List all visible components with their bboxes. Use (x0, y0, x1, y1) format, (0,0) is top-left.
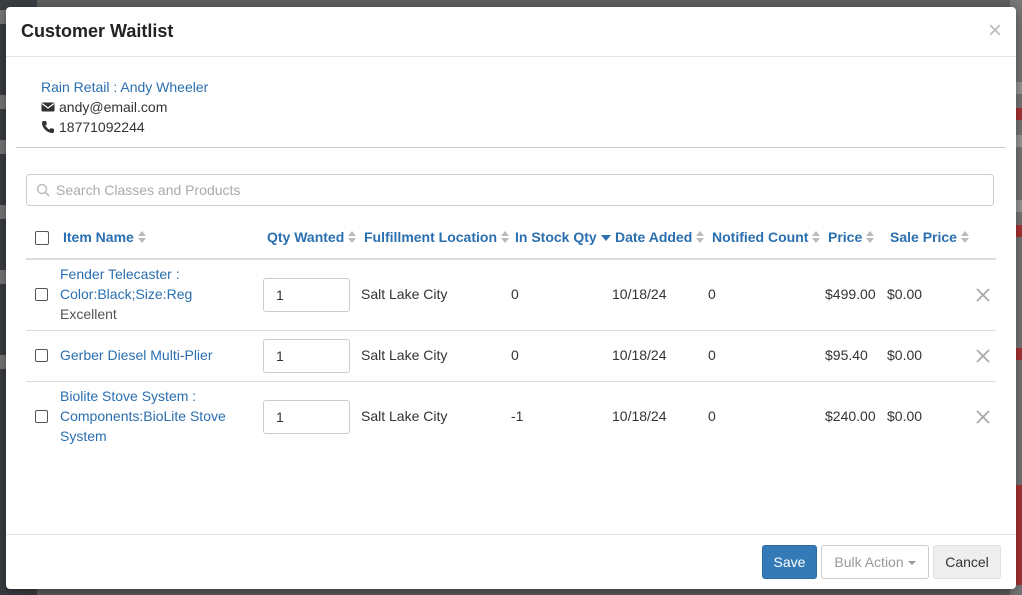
notified-count: 0 (708, 347, 716, 363)
remove-icon[interactable] (975, 409, 991, 425)
date-added: 10/18/24 (612, 347, 667, 363)
row-checkbox[interactable] (35, 349, 48, 362)
customer-phone: 18771092244 (59, 119, 145, 135)
customer-name-link[interactable]: Rain Retail : Andy Wheeler (41, 77, 208, 97)
table-row-item: Fender Telecaster : Color:Black;Size:Reg… (60, 264, 192, 324)
column-label: Item Name (63, 229, 134, 245)
item-name-line: Fender Telecaster : (60, 266, 180, 282)
background-mark (1016, 200, 1022, 212)
column-header-item-name[interactable]: Item Name (63, 229, 147, 245)
column-label: Sale Price (890, 229, 957, 245)
column-label: In Stock Qty (515, 229, 597, 245)
search-box (26, 174, 994, 206)
sort-icon (696, 230, 705, 244)
customer-email: andy@email.com (59, 99, 168, 115)
column-label: Fulfillment Location (364, 229, 497, 245)
qty-wanted-input[interactable] (263, 339, 350, 373)
customer-info: Rain Retail : Andy Wheeler andy@email.co… (41, 77, 208, 137)
item-name-link[interactable]: Fender Telecaster : Color:Black;Size:Reg (60, 264, 192, 304)
fulfillment-location: Salt Lake City (361, 286, 448, 302)
row-checkbox[interactable] (35, 410, 48, 423)
price: $499.00 (825, 286, 876, 302)
column-header-date-added[interactable]: Date Added (615, 229, 705, 245)
modal-header: Customer Waitlist × (6, 7, 1016, 57)
sort-icon (137, 230, 147, 244)
price: $95.40 (825, 347, 868, 363)
sort-icon (501, 230, 510, 244)
search-icon (36, 183, 50, 197)
sort-icon (348, 230, 357, 244)
qty-wanted-input[interactable] (263, 278, 350, 312)
column-label: Qty Wanted (267, 229, 345, 245)
background-mark (1016, 348, 1022, 360)
bulk-action-button[interactable]: Bulk Action (821, 545, 929, 579)
row-divider (26, 330, 996, 331)
fulfillment-location: Salt Lake City (361, 408, 448, 424)
customer-email-row: andy@email.com (41, 97, 208, 117)
notified-count: 0 (708, 286, 716, 302)
column-label: Date Added (615, 229, 693, 245)
select-all-checkbox[interactable] (35, 231, 49, 245)
item-name-line: Biolite Stove System : (60, 388, 197, 404)
date-added: 10/18/24 (612, 286, 667, 302)
column-header-in-stock-qty[interactable]: In Stock Qty (515, 229, 611, 245)
remove-icon[interactable] (975, 287, 991, 303)
row-checkbox[interactable] (35, 288, 48, 301)
customer-waitlist-modal: Customer Waitlist × Rain Retail : Andy W… (6, 7, 1016, 589)
close-icon[interactable]: × (988, 19, 1002, 43)
sort-icon (960, 230, 970, 244)
price: $240.00 (825, 408, 876, 424)
column-header-notified-count[interactable]: Notified Count (712, 229, 821, 245)
sort-desc-icon (600, 235, 611, 241)
column-header-price[interactable]: Price (828, 229, 875, 245)
caret-down-icon (907, 561, 916, 565)
modal-title: Customer Waitlist (21, 21, 174, 41)
remove-icon[interactable] (975, 348, 991, 364)
envelope-icon (41, 102, 55, 112)
background-mark (1016, 135, 1022, 147)
background-mark (1016, 225, 1022, 237)
bulk-action-label: Bulk Action (834, 554, 904, 570)
table-header-divider (26, 258, 996, 260)
customer-phone-row: 18771092244 (41, 117, 208, 137)
column-header-sale-price[interactable]: Sale Price (890, 229, 970, 245)
item-name-link[interactable]: Biolite Stove System : Components:BioLit… (60, 386, 226, 446)
item-name-link[interactable]: Gerber Diesel Multi-Plier (60, 345, 212, 365)
sort-icon (812, 230, 821, 244)
column-header-qty-wanted[interactable]: Qty Wanted (267, 229, 357, 245)
qty-wanted-input[interactable] (263, 400, 350, 434)
item-name-line: Components:BioLite Stove (60, 408, 226, 424)
date-added: 10/18/24 (612, 408, 667, 424)
column-header-fulfillment-location[interactable]: Fulfillment Location (364, 229, 510, 245)
sale-price: $0.00 (887, 347, 923, 363)
sale-price: $0.00 (887, 408, 923, 424)
cancel-button[interactable]: Cancel (933, 545, 1001, 579)
in-stock-qty: 0 (511, 286, 519, 302)
phone-icon (42, 121, 54, 133)
in-stock-qty: 0 (511, 347, 519, 363)
column-label: Notified Count (712, 229, 809, 245)
notified-count: 0 (708, 408, 716, 424)
sort-icon (866, 230, 875, 244)
column-label: Price (828, 229, 863, 245)
item-name-line: System (60, 428, 107, 444)
fulfillment-location: Salt Lake City (361, 347, 448, 363)
background-mark (1016, 82, 1022, 94)
table-row-item: Gerber Diesel Multi-Plier (60, 345, 212, 365)
in-stock-qty: -1 (511, 408, 524, 424)
item-name-line: Color:Black;Size:Reg (60, 286, 193, 302)
section-divider (16, 147, 1006, 148)
background-mark (1016, 108, 1022, 120)
item-condition: Excellent (60, 306, 117, 322)
table-row-item: Biolite Stove System : Components:BioLit… (60, 386, 226, 446)
background-mark (1016, 485, 1022, 585)
search-input[interactable] (54, 181, 993, 199)
sale-price: $0.00 (887, 286, 923, 302)
row-divider (26, 381, 996, 382)
save-button[interactable]: Save (762, 545, 817, 579)
